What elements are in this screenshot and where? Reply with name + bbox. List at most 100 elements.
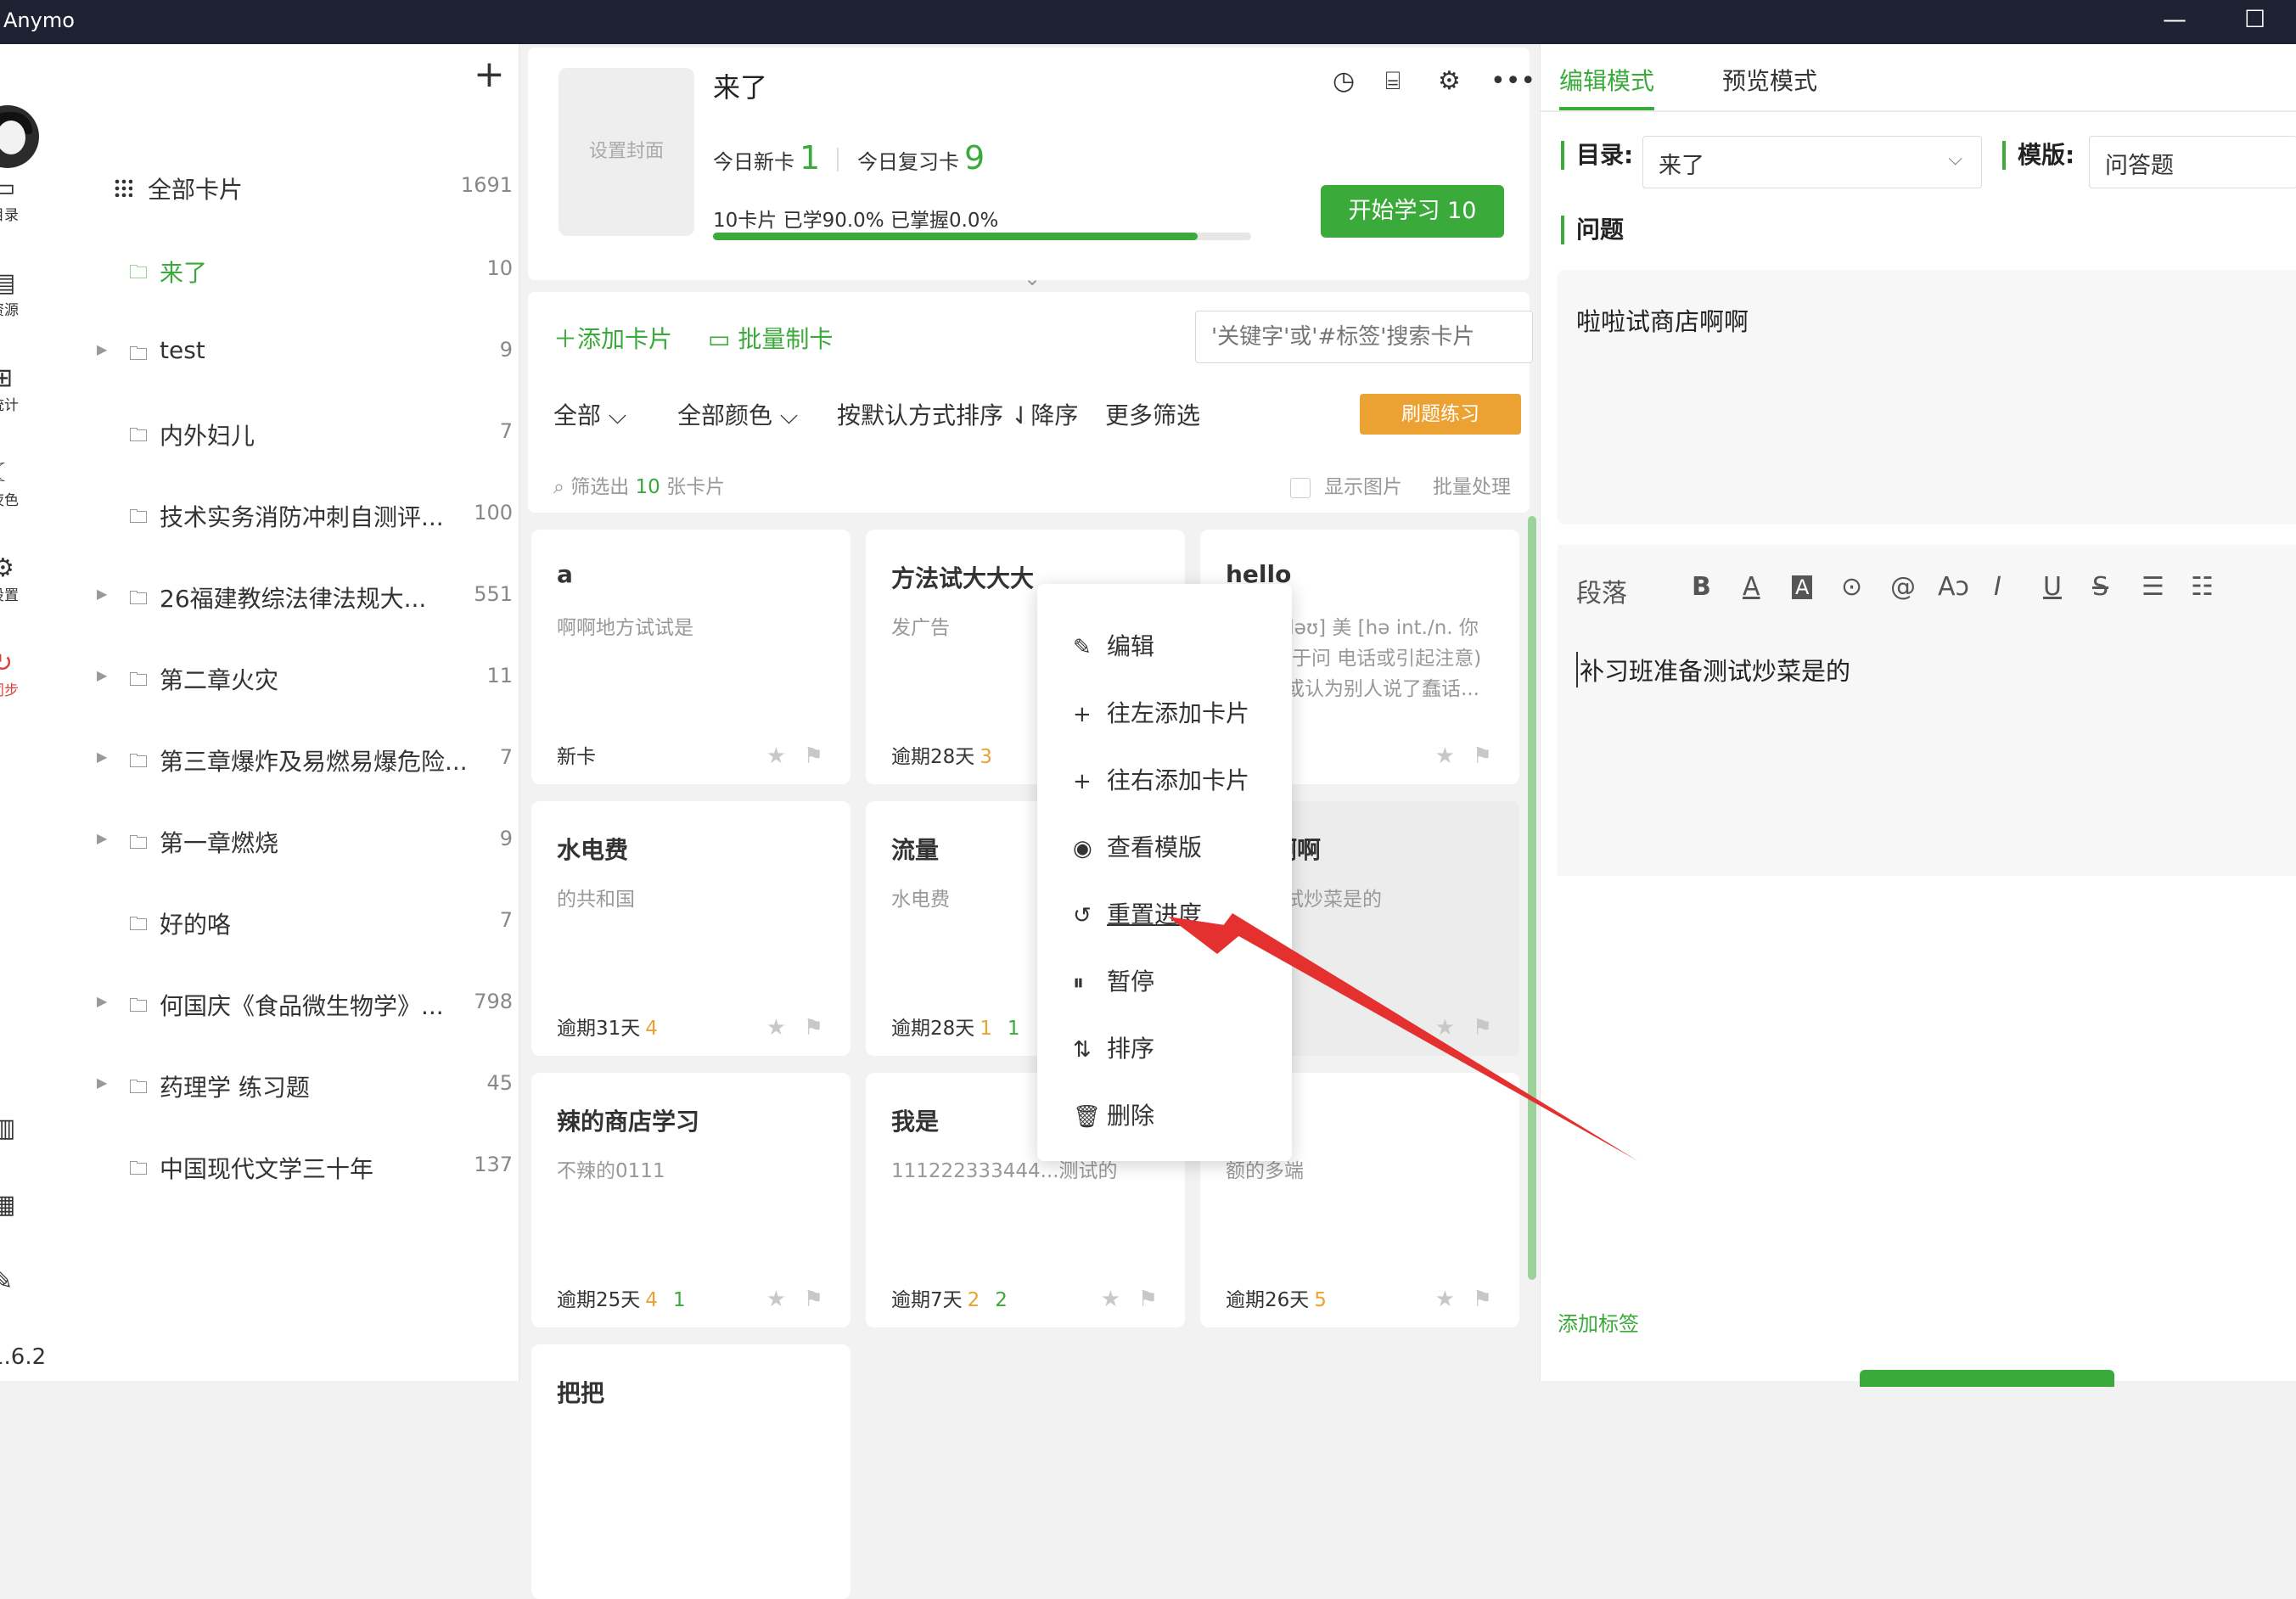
context-menu-item[interactable]: 🗑 删除 (1073, 1097, 1154, 1131)
add-dir-button[interactable]: + (474, 56, 505, 93)
context-menu-item[interactable]: ⏸ 暂停 (1073, 963, 1154, 997)
expand-arrow-icon[interactable]: ▶ (97, 586, 107, 602)
rail-catalog[interactable]: ▭ 目录 (0, 173, 51, 224)
sidebar-dir-item[interactable]: ▶ 🗀 第三章爆炸及易燃易爆危险... 7 (59, 742, 513, 784)
sidebar-dir-item[interactable]: ▶ 🗀 第一章燃烧 9 (59, 823, 513, 866)
context-menu-item[interactable]: + 往左添加卡片 (1073, 695, 1249, 729)
mention-icon[interactable]: @ (1890, 572, 1916, 602)
context-menu-item[interactable]: ⇅ 排序 (1073, 1030, 1154, 1064)
board-icon[interactable]: ⌸ (1385, 66, 1401, 96)
rail-night[interactable]: ☾ 夜色 (0, 458, 51, 509)
folder-icon: 🗀 (129, 1159, 149, 1180)
star-icon[interactable]: ★ (766, 743, 786, 769)
star-icon[interactable]: ★ (1101, 1287, 1120, 1312)
bullet-list-icon[interactable]: ☰ (2142, 572, 2164, 602)
code-icon[interactable]: ⊙ (1841, 572, 1862, 602)
flag-icon[interactable]: ⚑ (804, 1287, 823, 1312)
practice-button[interactable]: 刷题练习 (1360, 394, 1521, 435)
sidebar-dir-item[interactable]: 🗀 中国现代文学三十年 137 (59, 1149, 513, 1192)
flag-icon[interactable]: ⚑ (1473, 1015, 1492, 1041)
gear-icon[interactable]: ⚙ (1438, 66, 1461, 96)
sidebar-dir-item[interactable]: 🗀 内外妇儿 7 (59, 416, 513, 458)
star-icon[interactable]: ★ (766, 1287, 786, 1312)
sort-button[interactable]: 按默认方式排序 ⇃降序 (837, 397, 1078, 431)
more-filter-button[interactable]: 更多筛选 (1105, 397, 1200, 431)
flash-card[interactable]: 把把 (531, 1344, 850, 1599)
filter-color-dropdown[interactable]: 全部颜色 ⌵ (677, 397, 798, 431)
clock-icon[interactable]: ◷ (1333, 66, 1355, 96)
sidebar-dir-item[interactable]: ▶ 🗀 何国庆《食品微生物学》... 798 (59, 986, 513, 1029)
flash-card[interactable]: a 啊啊地方试试是 新卡 ★ ⚑ (531, 530, 850, 784)
expand-arrow-icon[interactable]: ▶ (97, 749, 107, 765)
sidebar-dir-item[interactable]: ▶ 🗀 test 9 (59, 334, 513, 377)
star-icon[interactable]: ★ (1435, 1015, 1455, 1041)
card-status: 逾期26天 5 (1226, 1289, 1327, 1311)
rail-settings[interactable]: ⚙ 设置 (0, 553, 51, 604)
dir-select[interactable]: 来了 ⌵ (1642, 136, 1982, 188)
tab-preview-mode[interactable]: 预览模式 (1722, 63, 1817, 97)
numbered-list-icon[interactable]: ☷ (2191, 572, 2214, 602)
star-icon[interactable]: ★ (1435, 1287, 1455, 1312)
flag-icon[interactable]: ⚑ (804, 743, 823, 769)
rail-pen[interactable]: ✎ (0, 1266, 51, 1296)
batch-card-button[interactable]: ▭ 批量制卡 (708, 321, 833, 355)
expand-arrow-icon[interactable]: ▶ (97, 830, 107, 846)
highlight-icon[interactable]: A (1792, 575, 1813, 599)
chevron-down-icon[interactable]: ⌄ (1024, 266, 1041, 290)
star-icon[interactable]: ★ (766, 1015, 786, 1041)
add-tag-button[interactable]: 添加标签 (1558, 1307, 1639, 1337)
context-menu-item[interactable]: ✎ 编辑 (1073, 628, 1154, 662)
avatar[interactable] (0, 105, 39, 168)
bold-icon[interactable]: B (1692, 572, 1711, 602)
rail-grid[interactable]: ▦ (0, 1190, 51, 1220)
minimize-button[interactable]: — (2163, 5, 2187, 33)
context-menu-item[interactable]: ↺ 重置进度 (1073, 896, 1202, 930)
template-select[interactable]: 问答题 (2089, 136, 2296, 188)
show-images-checkbox[interactable]: 显示图片 (1290, 470, 1402, 499)
set-cover-button[interactable]: 设置封面 (559, 68, 694, 236)
maximize-button[interactable]: ☐ (2244, 5, 2265, 33)
scrollbar[interactable] (1528, 516, 1536, 1280)
rail-resource[interactable]: ▤ 资源 (0, 268, 51, 319)
sidebar-dir-item[interactable]: ▶ 🗀 第二章火灾 11 (59, 660, 513, 703)
search-input[interactable] (1195, 311, 1533, 363)
italic-icon[interactable]: I (1994, 572, 2001, 602)
strikethrough-icon[interactable]: S (2092, 572, 2108, 602)
flash-card[interactable]: 辣的商店学习 不辣的0111 逾期25天 4 1 ★ ⚑ (531, 1073, 850, 1327)
rail-stats[interactable]: ⊞ 统计 (0, 363, 51, 414)
answer-editor[interactable]: 补习班准备测试炒菜是的 (1558, 630, 2296, 876)
batch-process-button[interactable]: 批量处理 (1433, 470, 1511, 499)
more-icon[interactable]: ••• (1490, 66, 1535, 96)
font-color-icon[interactable]: A (1743, 572, 1760, 602)
underline-icon[interactable]: U (2043, 572, 2062, 602)
sidebar-dir-item[interactable]: 🗀 技术实务消防冲刺自测评... 100 (59, 497, 513, 540)
expand-arrow-icon[interactable]: ▶ (97, 993, 107, 1009)
flag-icon[interactable]: ⚑ (1138, 1287, 1158, 1312)
sidebar-all-cards[interactable]: 全部卡片 1691 (59, 170, 513, 212)
expand-arrow-icon[interactable]: ▶ (97, 341, 107, 357)
context-menu-item[interactable]: + 往右添加卡片 (1073, 762, 1249, 796)
sidebar-dir-item[interactable]: 🗀 好的咯 7 (59, 905, 513, 947)
sidebar-dir-item[interactable]: 🗀 来了 10 (59, 253, 513, 295)
context-menu-item[interactable]: ◉ 查看模版 (1073, 829, 1202, 863)
sidebar-dir-item[interactable]: ▶ 🗀 药理学 练习题 45 (59, 1068, 513, 1110)
save-button[interactable] (1860, 1370, 2114, 1387)
sidebar-dir-item[interactable]: ▶ 🗀 26福建教综法律法规大... 551 (59, 579, 513, 621)
tab-edit-mode[interactable]: 编辑模式 (1559, 63, 1654, 97)
flash-card[interactable]: 水电费 的共和国 逾期31天 4 ★ ⚑ (531, 801, 850, 1056)
paragraph-dropdown[interactable]: 段落 (1576, 572, 1627, 609)
add-card-button[interactable]: ＋添加卡片 (553, 321, 672, 355)
font-size-icon[interactable]: Aↄ (1938, 572, 1969, 602)
filter-all-dropdown[interactable]: 全部 ⌵ (553, 397, 626, 431)
rail-list[interactable]: ▥ (0, 1114, 51, 1143)
checkbox-box[interactable] (1290, 477, 1311, 498)
flag-icon[interactable]: ⚑ (1473, 1287, 1492, 1312)
question-editor[interactable]: 啦啦试商店啊啊 (1558, 270, 2296, 525)
start-study-button[interactable]: 开始学习 10 (1321, 185, 1504, 238)
star-icon[interactable]: ★ (1435, 743, 1455, 769)
rail-sync[interactable]: ↻ 同步 (0, 648, 51, 699)
expand-arrow-icon[interactable]: ▶ (97, 667, 107, 683)
expand-arrow-icon[interactable]: ▶ (97, 1074, 107, 1091)
flag-icon[interactable]: ⚑ (1473, 743, 1492, 769)
flag-icon[interactable]: ⚑ (804, 1015, 823, 1041)
